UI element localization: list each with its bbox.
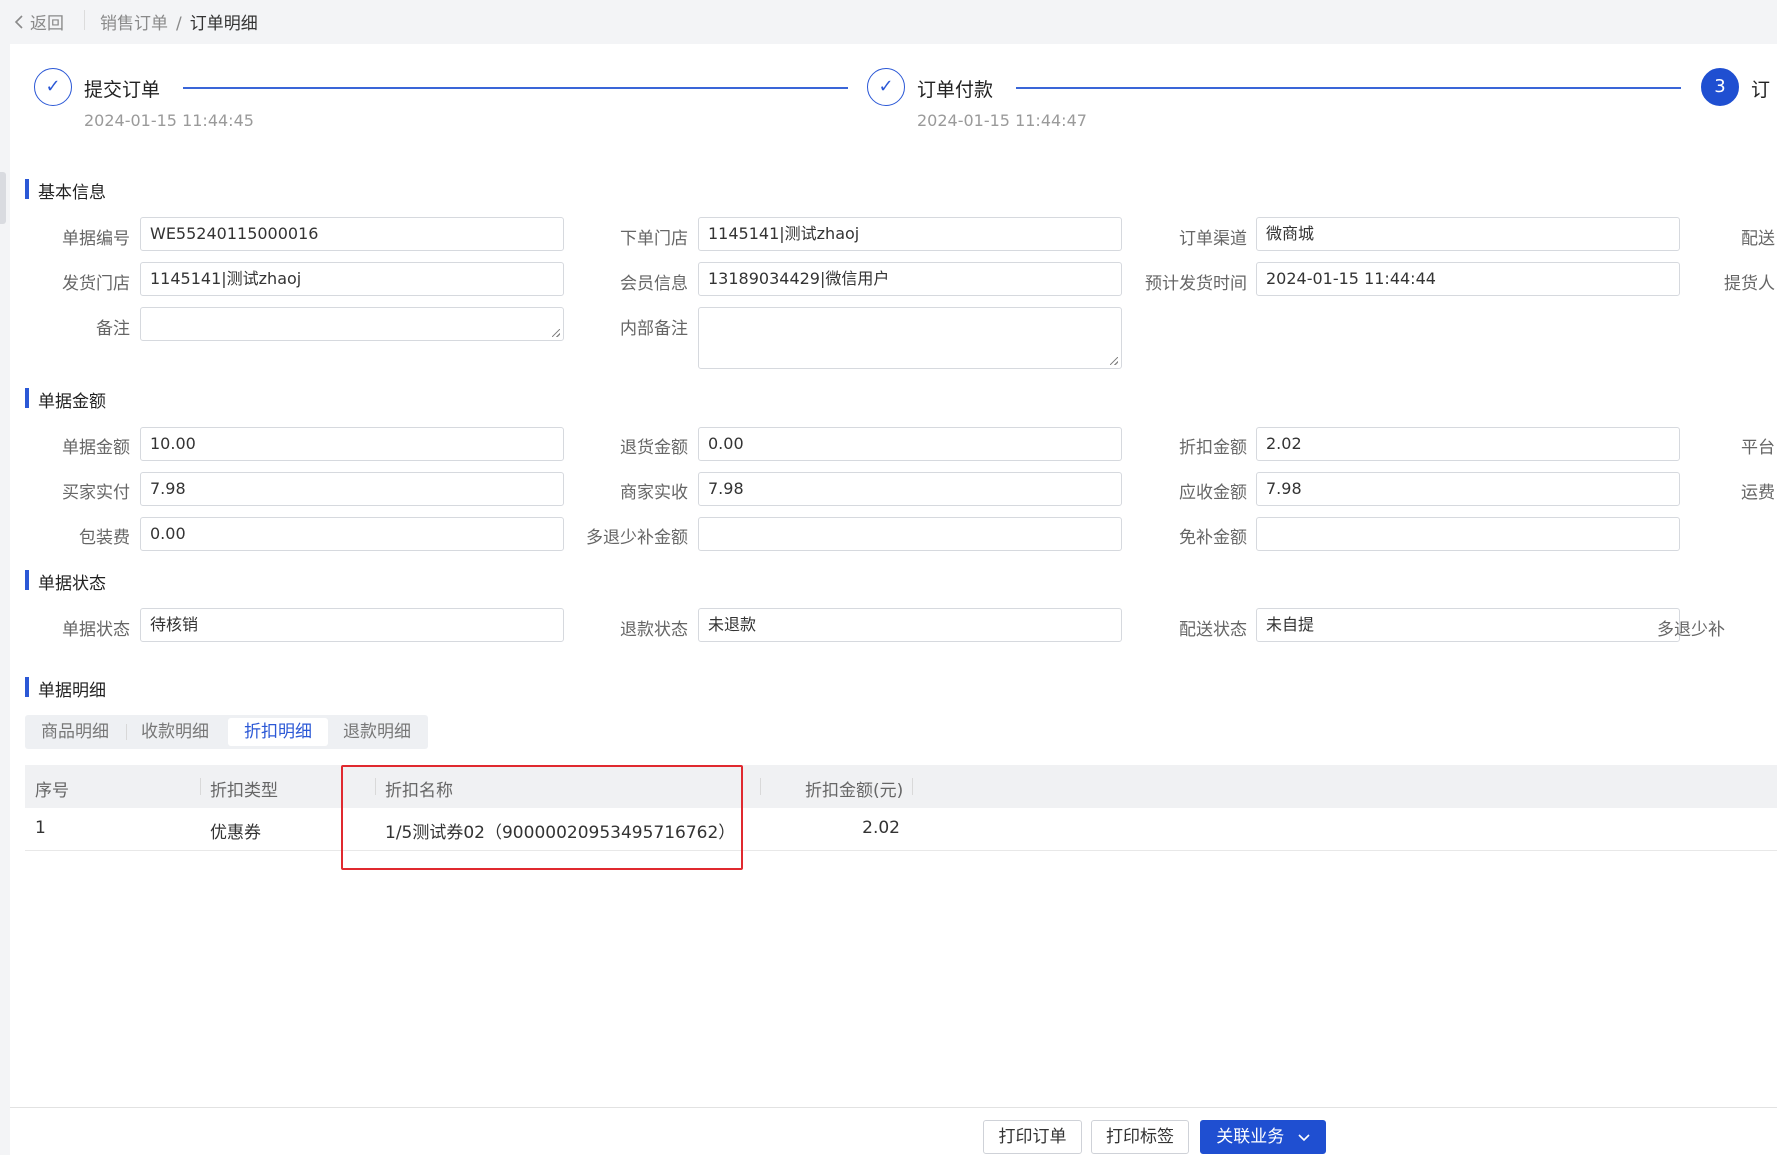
return-amount-label: 退货金额 — [620, 438, 688, 458]
step-1-check-icon: ✓ — [34, 68, 72, 106]
remark-textarea[interactable] — [140, 307, 564, 341]
discount-amount-field[interactable]: 2.02 — [1256, 427, 1680, 461]
resize-handle-icon[interactable] — [1110, 357, 1118, 365]
related-business-label: 关联业务 — [1216, 1127, 1285, 1147]
back-label: 返回 — [30, 14, 64, 34]
buyer-paid-label: 买家实付 — [62, 483, 130, 503]
breadcrumb-separator: / — [176, 14, 182, 34]
step-2-time: 2024-01-15 11:44:47 — [917, 111, 1087, 130]
table-row[interactable]: 1 优惠券 1/5测试券02（900000209534957167​62） 2.… — [25, 808, 1777, 851]
member-label: 会员信息 — [620, 274, 688, 294]
related-business-button[interactable]: 关联业务 — [1200, 1120, 1326, 1154]
doc-no-field[interactable]: WE55240115000016 — [140, 217, 564, 251]
ship-store-label: 发货门店 — [62, 274, 130, 294]
delivery-status-label: 配送状态 — [1179, 620, 1247, 640]
return-amount-field[interactable]: 0.00 — [698, 427, 1122, 461]
tab-payment-detail[interactable]: 收款明细 — [128, 718, 222, 746]
print-order-button[interactable]: 打印订单 — [983, 1120, 1082, 1154]
packing-fee-label: 包装费 — [79, 528, 130, 548]
over-refund-amount-field[interactable] — [698, 517, 1122, 551]
merchant-received-label: 商家实收 — [620, 483, 688, 503]
freight-label: 运费 — [1741, 483, 1775, 503]
section-basic-info: 基本信息 — [25, 178, 106, 203]
tab-refund-detail[interactable]: 退款明细 — [330, 718, 424, 746]
order-detail-card — [10, 44, 1777, 1155]
ship-store-field[interactable]: 1145141|测试zhaoj — [140, 262, 564, 296]
step-connector — [183, 87, 848, 89]
step-1-title: 提交订单 — [84, 79, 161, 101]
exempt-amount-field[interactable] — [1256, 517, 1680, 551]
divider — [912, 778, 913, 795]
step-1-time: 2024-01-15 11:44:45 — [84, 111, 254, 130]
resize-handle-icon[interactable] — [552, 329, 560, 337]
internal-remark-textarea[interactable] — [698, 307, 1122, 369]
channel-field[interactable]: 微商城 — [1256, 217, 1680, 251]
receivable-label: 应收金额 — [1179, 483, 1247, 503]
cell-discount-type: 优惠券 — [210, 823, 261, 843]
step-2-check-icon: ✓ — [867, 68, 905, 106]
refund-status-field[interactable]: 未退款 — [698, 608, 1122, 642]
step-2-title: 订单付款 — [917, 79, 994, 101]
section-detail: 单据明细 — [25, 676, 106, 701]
divider — [760, 778, 761, 795]
over-refund-status-label: 多退少补 — [1657, 620, 1725, 640]
top-bar: 返回 销售订单 / 订单明细 — [0, 0, 1777, 42]
step-connector — [1016, 87, 1681, 89]
chevron-down-icon — [1298, 1121, 1310, 1153]
column-header-discount-type: 折扣类型 — [210, 781, 278, 801]
doc-amount-field[interactable]: 10.00 — [140, 427, 564, 461]
doc-status-field[interactable]: 待核销 — [140, 608, 564, 642]
divider — [84, 10, 85, 30]
breadcrumb-item-sales-order[interactable]: 销售订单 — [100, 14, 168, 34]
cell-index: 1 — [35, 818, 46, 838]
breadcrumb: 销售订单 / 订单明细 — [100, 9, 258, 34]
table-header: 序号 折扣类型 折扣名称 折扣金额(元) — [25, 765, 1777, 808]
order-store-field[interactable]: 1145141|测试zhaoj — [698, 217, 1122, 251]
step-3-number: 3 — [1701, 68, 1739, 106]
exempt-amount-label: 免补金额 — [1179, 528, 1247, 548]
remark-label: 备注 — [96, 319, 130, 339]
delivery-label: 配送 — [1741, 229, 1775, 249]
column-header-discount-amount: 折扣金额(元) — [805, 781, 904, 801]
tab-discount-detail[interactable]: 折扣明细 — [228, 718, 328, 746]
platform-label: 平台 — [1741, 438, 1775, 458]
divider — [200, 778, 201, 795]
est-ship-time-field[interactable]: 2024-01-15 11:44:44 — [1256, 262, 1680, 296]
merchant-received-field[interactable]: 7.98 — [698, 472, 1122, 506]
column-header-index: 序号 — [35, 781, 69, 801]
est-ship-time-label: 预计发货时间 — [1145, 274, 1247, 294]
side-collapse-handle[interactable] — [0, 172, 6, 224]
channel-label: 订单渠道 — [1179, 229, 1247, 249]
chevron-left-icon — [14, 14, 24, 34]
over-refund-amount-label: 多退少补金额 — [586, 528, 688, 548]
breadcrumb-item-order-detail: 订单明细 — [189, 14, 258, 34]
member-field[interactable]: 13189034429|微信用户 — [698, 262, 1122, 296]
internal-remark-label: 内部备注 — [620, 319, 688, 339]
doc-amount-label: 单据金额 — [62, 438, 130, 458]
section-status: 单据状态 — [25, 569, 106, 594]
doc-no-label: 单据编号 — [62, 229, 130, 249]
buyer-paid-field[interactable]: 7.98 — [140, 472, 564, 506]
print-label-button[interactable]: 打印标签 — [1091, 1120, 1189, 1154]
divider — [126, 724, 127, 740]
tab-product-detail[interactable]: 商品明细 — [28, 718, 122, 746]
pickup-person-label: 提货人 — [1724, 274, 1775, 294]
order-store-label: 下单门店 — [620, 229, 688, 249]
detail-tabs: 商品明细 收款明细 折扣明细 退款明细 — [25, 715, 428, 749]
back-button[interactable]: 返回 — [14, 9, 64, 34]
doc-status-label: 单据状态 — [62, 620, 130, 640]
discount-amount-label: 折扣金额 — [1179, 438, 1247, 458]
step-3-title: 订 — [1751, 79, 1771, 101]
refund-status-label: 退款状态 — [620, 620, 688, 640]
packing-fee-field[interactable]: 0.00 — [140, 517, 564, 551]
receivable-field[interactable]: 7.98 — [1256, 472, 1680, 506]
section-amount: 单据金额 — [25, 387, 106, 412]
footer-divider — [10, 1107, 1777, 1108]
highlight-box — [341, 765, 743, 870]
cell-discount-amount: 2.02 — [862, 818, 900, 838]
delivery-status-field[interactable]: 未自提 — [1256, 608, 1680, 642]
